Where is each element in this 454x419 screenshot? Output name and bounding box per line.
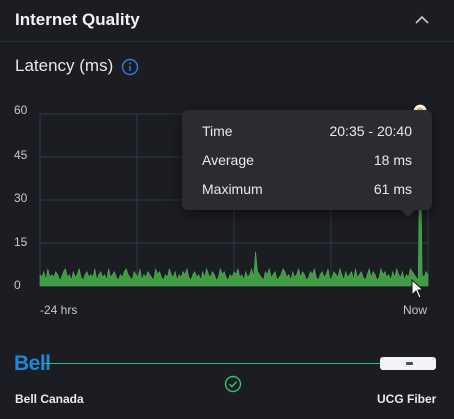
tooltip-caret xyxy=(400,209,416,217)
isp-name: Bell Canada xyxy=(15,392,84,406)
latency-tooltip: Time 20:35 - 20:40 Average 18 ms Maximum… xyxy=(182,110,432,210)
tooltip-time-value: 20:35 - 20:40 xyxy=(329,123,412,139)
tooltip-average-value: 18 ms xyxy=(373,152,412,168)
check-circle-icon xyxy=(224,375,242,393)
tooltip-maximum-value: 61 ms xyxy=(373,181,412,197)
gateway-name: UCG Fiber xyxy=(377,392,437,406)
isp-logo: Bell xyxy=(14,352,51,375)
x-axis-start-label: -24 hrs xyxy=(40,303,78,317)
connection-line xyxy=(44,363,384,364)
tooltip-maximum-label: Maximum xyxy=(202,181,263,197)
gateway-device-icon[interactable] xyxy=(380,357,436,370)
mouse-cursor-icon xyxy=(411,278,425,299)
tooltip-average-label: Average xyxy=(202,152,254,168)
tooltip-time-label: Time xyxy=(202,123,233,139)
x-axis-end-label: Now xyxy=(403,303,428,317)
device-status-led xyxy=(406,362,413,365)
